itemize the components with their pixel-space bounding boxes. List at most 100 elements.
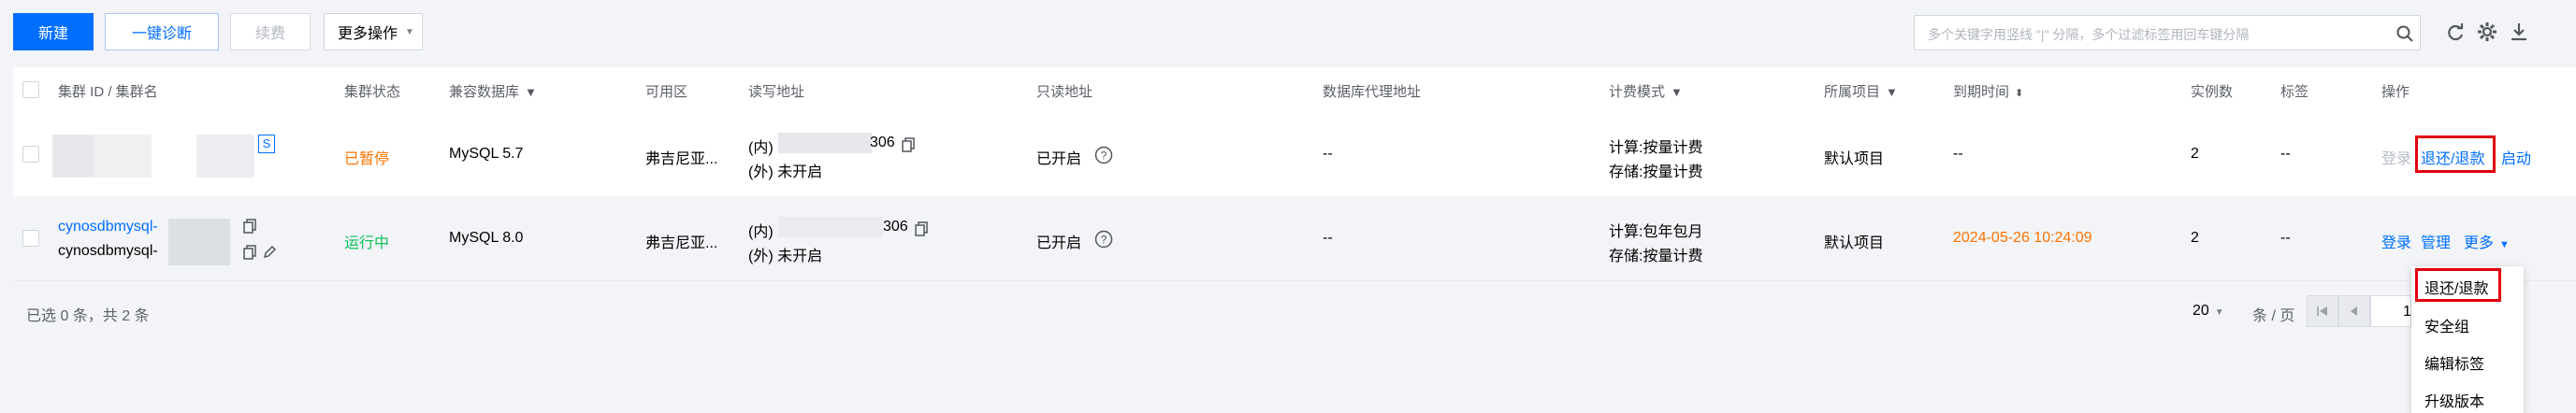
rw-inner-label: (内) — [748, 224, 774, 240]
select-all-checkbox[interactable] — [22, 81, 39, 98]
header-rw-address: 读写地址 — [748, 84, 805, 100]
ro-address-status: 已开启 — [1036, 151, 1082, 167]
download-icon[interactable] — [2509, 21, 2529, 42]
redacted-cluster-name — [196, 135, 254, 178]
header-zone: 可用区 — [645, 84, 688, 100]
redacted-ip — [778, 133, 872, 153]
per-page-label: 条 / 页 — [2252, 308, 2295, 324]
header-expire-label: 到期时间 — [1953, 84, 2010, 100]
caret-down-icon: ▼ — [2499, 239, 2510, 250]
cluster-name: cynosdbmysql- — [58, 243, 158, 259]
tags: -- — [2280, 146, 2291, 162]
login-link[interactable]: 登录 — [2381, 146, 2411, 168]
search-input[interactable]: 多个关键字用竖线 "|" 分隔，多个过滤标签用回车键分隔 — [1914, 15, 2421, 50]
start-link[interactable]: 启动 — [2501, 146, 2531, 168]
help-icon[interactable]: ? — [1094, 146, 1113, 164]
header-cluster: 集群 ID / 集群名 — [58, 84, 158, 100]
redacted-cluster-id — [94, 135, 152, 178]
caret-down-icon: ▼ — [405, 26, 414, 37]
rw-port: 306 — [883, 219, 908, 235]
search-icon[interactable] — [2395, 24, 2414, 43]
menu-item-upgrade-version[interactable]: 升级版本 — [2424, 389, 2484, 411]
svg-text:?: ? — [1101, 150, 1107, 163]
project: 默认项目 — [1824, 151, 1885, 167]
redacted-ip — [778, 217, 883, 237]
header-project-label: 所属项目 — [1824, 84, 1881, 100]
header-status: 集群状态 — [344, 84, 401, 100]
copy-icon[interactable] — [915, 221, 928, 236]
copy-icon[interactable] — [243, 219, 256, 234]
instance-count: 2 — [2191, 230, 2199, 246]
header-expire[interactable]: 到期时间 ⬍ — [1953, 81, 2023, 101]
tags: -- — [2280, 230, 2291, 246]
redacted-cluster-id — [168, 219, 230, 265]
sort-icon[interactable]: ⬍ — [2015, 88, 2023, 99]
header-project[interactable]: 所属项目 ▼ — [1824, 81, 1898, 101]
more-actions-menu: 退还/退款 安全组 编辑标签 升级版本 — [2411, 266, 2524, 413]
status-running: 运行中 — [344, 235, 390, 251]
billing-compute: 计算:按量计费 — [1609, 140, 1703, 156]
page-size-select[interactable]: 20 ▼ — [2192, 303, 2224, 320]
renew-button[interactable]: 续费 — [230, 13, 311, 50]
billing-storage: 存储:按量计费 — [1609, 249, 1703, 264]
table-row: S 已暂停 MySQL 5.7 弗吉尼亚... (内) 306 (外) 未开启 … — [13, 112, 2576, 197]
rw-port: 306 — [870, 135, 895, 150]
project: 默认项目 — [1824, 235, 1885, 251]
filter-icon[interactable]: ▼ — [1886, 85, 1898, 99]
cluster-id-link[interactable]: cynosdbmysql- — [58, 219, 158, 235]
db-version: MySQL 8.0 — [449, 230, 524, 246]
header-billing[interactable]: 计费模式 ▼ — [1609, 81, 1683, 101]
manage-link[interactable]: 管理 — [2421, 230, 2451, 252]
table-footer: 已选 0 条，共 2 条 20 ▼ 条 / 页 1 — [0, 284, 2576, 340]
instance-count: 2 — [2191, 146, 2199, 162]
refresh-icon[interactable] — [2445, 22, 2466, 43]
header-db[interactable]: 兼容数据库 ▼ — [449, 81, 537, 101]
prev-page-icon — [2351, 306, 2357, 316]
zone: 弗吉尼亚... — [645, 235, 718, 251]
new-button[interactable]: 新建 — [13, 13, 94, 50]
menu-item-edit-tags[interactable]: 编辑标签 — [2424, 351, 2484, 374]
billing-compute: 计算:包年包月 — [1609, 224, 1703, 240]
edit-pencil-icon[interactable] — [262, 245, 277, 260]
more-actions-dropdown[interactable]: 更多 ▼ — [2464, 230, 2510, 252]
more-operations-dropdown[interactable]: 更多操作 ▼ — [324, 13, 423, 50]
proxy-address: -- — [1323, 230, 1333, 246]
copy-icon[interactable] — [902, 137, 915, 152]
proxy-address: -- — [1323, 146, 1333, 162]
row-checkbox[interactable] — [22, 146, 39, 163]
header-proxy-address: 数据库代理地址 — [1323, 84, 1422, 100]
header-tags: 标签 — [2280, 84, 2309, 100]
header-instances: 实例数 — [2191, 84, 2234, 100]
page-number-input[interactable]: 1 — [2370, 295, 2411, 327]
expire-time: 2024-05-26 10:24:09 — [1953, 230, 2092, 246]
prev-page-button[interactable] — [2338, 295, 2370, 327]
one-click-diagnose-button[interactable]: 一键诊断 — [105, 13, 219, 50]
caret-down-icon: ▼ — [2214, 307, 2224, 318]
settings-gear-icon[interactable] — [2477, 21, 2497, 42]
renew-button-label: 续费 — [254, 26, 285, 42]
highlight-box — [2415, 268, 2501, 302]
copy-icon[interactable] — [243, 245, 256, 260]
expire-time: -- — [1953, 146, 1963, 162]
status-paused: 已暂停 — [344, 151, 390, 167]
row-checkbox[interactable] — [22, 230, 39, 247]
table-header: 集群 ID / 集群名 集群状态 兼容数据库 ▼ 可用区 读写地址 只读地址 数据… — [13, 67, 2576, 113]
rw-outer-address: (外) 未开启 — [748, 164, 823, 180]
first-page-button[interactable] — [2307, 295, 2338, 327]
zone: 弗吉尼亚... — [645, 151, 718, 167]
redacted-cluster-id — [52, 135, 94, 178]
rw-outer-address: (外) 未开启 — [748, 249, 823, 264]
search-placeholder: 多个关键字用竖线 "|" 分隔，多个过滤标签用回车键分隔 — [1928, 27, 2250, 42]
table-row: cynosdbmysql- cynosdbmysql- 运行中 MySQL 8.… — [13, 196, 2576, 281]
rw-inner-label: (内) — [748, 140, 774, 156]
highlight-box — [2415, 135, 2496, 173]
page-number: 1 — [2403, 304, 2411, 320]
help-icon[interactable]: ? — [1094, 230, 1113, 249]
menu-item-security-group[interactable]: 安全组 — [2424, 314, 2469, 336]
page-size-value: 20 — [2192, 303, 2209, 319]
db-version: MySQL 5.7 — [449, 146, 524, 162]
login-link[interactable]: 登录 — [2381, 230, 2411, 252]
selection-summary: 已选 0 条，共 2 条 — [26, 308, 150, 324]
filter-icon[interactable]: ▼ — [525, 85, 537, 99]
filter-icon[interactable]: ▼ — [1671, 85, 1683, 99]
